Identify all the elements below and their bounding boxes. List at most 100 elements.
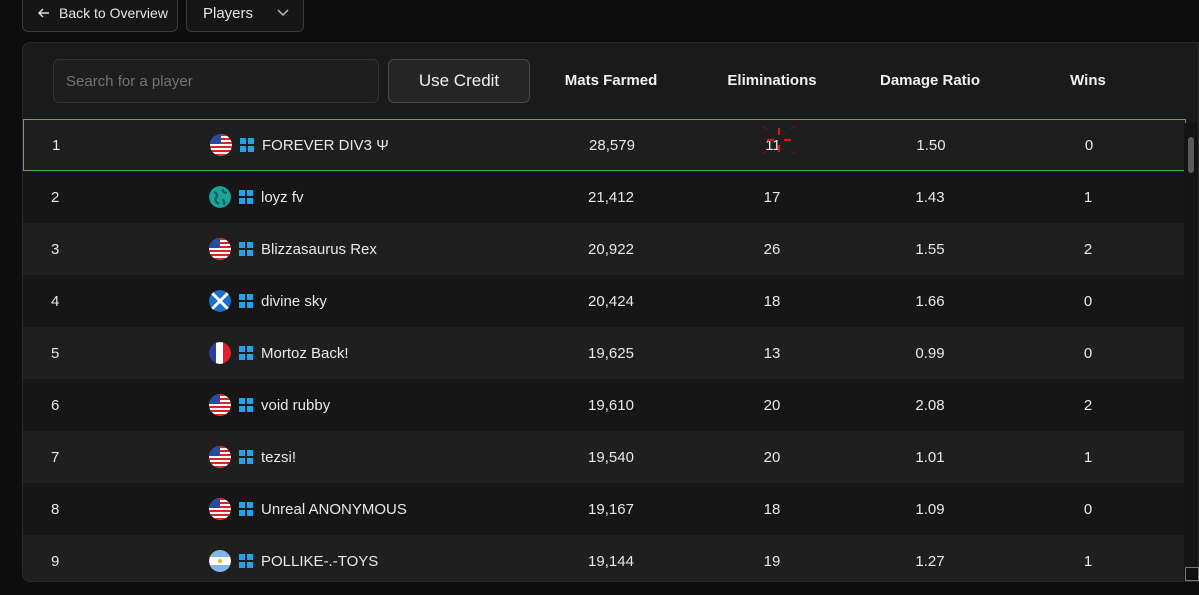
damage-ratio-cell: 1.55 <box>915 240 945 258</box>
rank-cell: 6 <box>51 396 60 414</box>
search-input[interactable] <box>53 59 379 103</box>
view-select-dropdown[interactable]: Players <box>186 0 304 32</box>
eliminations-cell: 13 <box>763 344 781 362</box>
leaderboard-panel: Use Credit Mats Farmed Eliminations Dama… <box>22 42 1199 582</box>
table-row[interactable]: 6 void rubby 19,610 20 2.08 2 <box>23 379 1186 431</box>
player-cell[interactable]: Unreal ANONYMOUS <box>209 483 407 535</box>
damage-ratio-cell: 1.09 <box>915 500 945 518</box>
table-row[interactable]: 4 divine sky 20,424 18 1.66 0 <box>23 275 1186 327</box>
chevron-down-icon <box>277 9 289 17</box>
player-name: loyz fv <box>261 188 304 206</box>
table-row[interactable]: 8 Unreal ANONYMOUS 19,167 18 1.09 0 <box>23 483 1186 535</box>
eliminations-cell: 17 <box>763 188 781 206</box>
player-cell[interactable]: divine sky <box>209 275 327 327</box>
view-select-value: Players <box>203 4 254 22</box>
windows-platform-icon <box>239 450 253 464</box>
eliminations-cell: 19 <box>763 552 781 570</box>
table-row[interactable]: 3 Blizzasaurus Rex 20,922 26 1.55 2 <box>23 223 1186 275</box>
damage-ratio-cell: 1.50 <box>916 136 946 154</box>
rank-cell: 1 <box>52 136 61 154</box>
player-cell[interactable]: void rubby <box>209 379 330 431</box>
eliminations-cell: 18 <box>763 500 781 518</box>
mats-farmed-cell: 19,167 <box>588 500 634 518</box>
player-name: FOREVER DIV3 Ψ <box>262 136 389 154</box>
wins-cell: 1 <box>1083 552 1093 570</box>
damage-ratio-cell: 0.99 <box>915 344 945 362</box>
wins-cell: 0 <box>1083 500 1093 518</box>
vertical-scrollbar[interactable] <box>1184 123 1198 581</box>
rank-cell: 4 <box>51 292 60 310</box>
eliminations-cell: 26 <box>763 240 781 258</box>
damage-ratio-cell: 1.66 <box>915 292 945 310</box>
argentina-flag-icon <box>209 550 231 572</box>
table-row[interactable]: 7 tezsi! 19,540 20 1.01 1 <box>23 431 1186 483</box>
use-credit-button[interactable]: Use Credit <box>388 59 530 103</box>
column-header-mats-farmed[interactable]: Mats Farmed <box>536 72 686 89</box>
wins-cell: 1 <box>1083 448 1093 466</box>
table-row[interactable]: 2 loyz fv 21,412 17 1.43 1 <box>23 171 1186 223</box>
player-name: POLLIKE-.-TOYS <box>261 552 379 570</box>
eliminations-cell: 11 <box>765 136 781 154</box>
player-name: Unreal ANONYMOUS <box>261 500 407 518</box>
mats-farmed-cell: 19,540 <box>588 448 634 466</box>
us-flag-icon <box>209 394 231 416</box>
table-row[interactable]: 9 POLLIKE-.-TOYS 19,144 19 1.27 1 <box>23 535 1186 581</box>
us-flag-icon <box>210 134 232 156</box>
rank-cell: 5 <box>51 344 60 362</box>
player-cell[interactable]: Mortoz Back! <box>209 327 349 379</box>
france-flag-icon <box>209 342 231 364</box>
player-cell[interactable]: POLLIKE-.-TOYS <box>209 535 379 581</box>
resize-corner[interactable] <box>1185 567 1199 581</box>
column-header-wins[interactable]: Wins <box>1013 72 1163 89</box>
table-row[interactable]: 1 FOREVER DIV3 Ψ 28,579 11 1.50 0 <box>23 119 1186 171</box>
windows-platform-icon <box>239 190 253 204</box>
wins-cell: 0 <box>1083 292 1093 310</box>
globe-icon <box>209 186 231 208</box>
wins-cell: 2 <box>1083 240 1093 258</box>
windows-platform-icon <box>239 502 253 516</box>
wins-cell: 2 <box>1083 396 1093 414</box>
windows-platform-icon <box>239 346 253 360</box>
rank-cell: 7 <box>51 448 60 466</box>
rank-cell: 8 <box>51 500 60 518</box>
rank-cell: 3 <box>51 240 60 258</box>
mats-farmed-cell: 20,424 <box>588 292 634 310</box>
column-header-eliminations[interactable]: Eliminations <box>697 72 847 89</box>
eliminations-cell: 18 <box>763 292 781 310</box>
us-flag-icon <box>209 238 231 260</box>
mats-farmed-cell: 19,625 <box>588 344 634 362</box>
mats-farmed-cell: 21,412 <box>588 188 634 206</box>
player-cell[interactable]: tezsi! <box>209 431 296 483</box>
top-bar: Back to Overview Players <box>22 0 304 32</box>
player-name: Mortoz Back! <box>261 344 349 362</box>
wins-cell: 1 <box>1083 188 1093 206</box>
player-name: void rubby <box>261 396 331 414</box>
windows-platform-icon <box>239 294 253 308</box>
back-to-overview-button[interactable]: Back to Overview <box>22 0 178 32</box>
player-cell[interactable]: FOREVER DIV3 Ψ <box>210 120 389 170</box>
windows-platform-icon <box>239 398 253 412</box>
wins-cell: 0 <box>1083 344 1093 362</box>
rank-cell: 9 <box>51 552 60 570</box>
player-name: tezsi! <box>261 448 297 466</box>
player-name: Blizzasaurus Rex <box>261 240 377 258</box>
damage-ratio-cell: 1.27 <box>915 552 945 570</box>
scrollbar-thumb[interactable] <box>1188 137 1194 173</box>
mats-farmed-cell: 19,610 <box>588 396 634 414</box>
back-label: Back to Overview <box>59 5 168 21</box>
wins-cell: 0 <box>1084 136 1094 154</box>
table-row[interactable]: 5 Mortoz Back! 19,625 13 0.99 0 <box>23 327 1186 379</box>
player-cell[interactable]: loyz fv <box>209 171 304 223</box>
scotland-flag-icon <box>209 290 231 312</box>
us-flag-icon <box>209 446 231 468</box>
windows-platform-icon <box>239 554 253 568</box>
column-header-damage-ratio[interactable]: Damage Ratio <box>855 72 1005 89</box>
mats-farmed-cell: 28,579 <box>589 136 635 154</box>
mats-farmed-cell: 20,922 <box>588 240 634 258</box>
windows-platform-icon <box>240 138 254 152</box>
us-flag-icon <box>209 498 231 520</box>
windows-platform-icon <box>239 242 253 256</box>
damage-ratio-cell: 2.08 <box>915 396 945 414</box>
player-cell[interactable]: Blizzasaurus Rex <box>209 223 377 275</box>
eliminations-cell: 20 <box>763 396 781 414</box>
